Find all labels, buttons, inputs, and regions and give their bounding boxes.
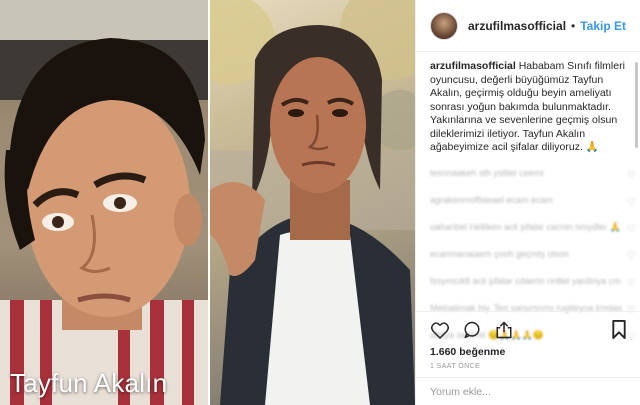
comment-input[interactable] <box>430 385 610 398</box>
caption-text: Hababam Sınıfı filmleri oyuncusu, değerl… <box>430 60 625 153</box>
scrollbar-thumb[interactable] <box>635 62 638 148</box>
separator-dot: • <box>571 18 576 33</box>
comment-text: agrakenmoffsteael ecam ecam <box>430 195 553 205</box>
photo-right-older-man <box>210 0 415 405</box>
follow-button[interactable]: Takip Et <box>580 19 626 33</box>
comment-text: uahanbel Helliken acil şifalar cacnin nm… <box>430 222 621 232</box>
action-icons <box>430 320 514 340</box>
comment-text: fssymcddl acil şifalar cdaerin nrdlet ya… <box>430 276 621 286</box>
post-photo[interactable]: Tayfun Akalın <box>0 0 415 405</box>
comment-text: ecanmanaiaem çooh geçmtş olson <box>430 249 570 259</box>
header-username[interactable]: arzufilmasofficial <box>468 19 566 33</box>
heart-outline-icon[interactable] <box>430 320 450 340</box>
list-item: uahanbel Helliken acil şifalar cacnin nm… <box>430 222 636 249</box>
comment-text: tesnnaakeh sth ystlier ceemi <box>430 168 544 178</box>
comment-form <box>416 377 640 405</box>
comments-scrollbar[interactable] <box>635 62 638 312</box>
post-side-panel: arzufilmasofficial • Takip Et arzufilmas… <box>415 0 640 405</box>
post-header: arzufilmasofficial • Takip Et <box>416 0 640 52</box>
like-count[interactable]: 1.660 beğenme <box>430 346 505 358</box>
avatar[interactable] <box>430 11 458 40</box>
post-timestamp: 1 SAAT ÖNCE <box>430 363 481 370</box>
post-caption: arzufilmasofficial Hababam Sınıfı filmle… <box>430 60 630 155</box>
photo-left-young-man: Tayfun Akalın <box>0 0 208 405</box>
post-actions: 1.660 beğenme 1 SAAT ÖNCE <box>416 311 640 371</box>
caption-username[interactable]: arzufilmasofficial <box>430 60 516 72</box>
comment-bubble-icon[interactable] <box>462 320 482 340</box>
photo-caption: Tayfun Akalın <box>10 368 168 398</box>
list-item: agrakenmoffsteael ecam ecam ♡ <box>430 195 636 222</box>
share-icon[interactable] <box>494 320 514 340</box>
young-man-illustration <box>0 0 208 405</box>
list-item: fssymcddl acil şifalar cdaerin nrdlet ya… <box>430 276 636 303</box>
bookmark-icon[interactable] <box>611 320 629 340</box>
older-man-illustration <box>210 0 415 405</box>
list-item: ecanmanaiaem çooh geçmtş olson ♡ <box>430 249 636 276</box>
list-item: tesnnaakeh sth ystlier ceemi ♡ <box>430 168 636 195</box>
